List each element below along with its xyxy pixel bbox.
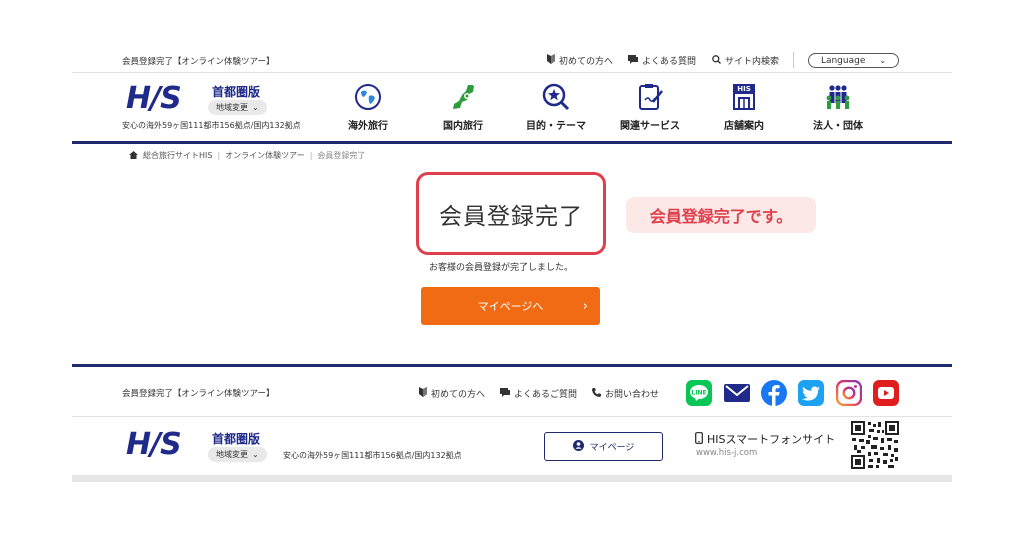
chevron-down-icon: ⌄	[879, 56, 887, 65]
page-title: 会員登録完了【オンライン体験ツアー】	[122, 57, 275, 67]
link-beginners[interactable]: 初めての方へ	[547, 54, 613, 67]
completion-title-box: 会員登録完了	[416, 172, 606, 255]
footer-tagline: 安心の海外59ヶ国111都市156拠点/国内132拠点	[283, 451, 462, 460]
footer-area-change-button[interactable]: 地域変更 ⌄	[208, 447, 267, 462]
his-store-icon: HIS	[733, 84, 755, 110]
breadcrumb-link-home[interactable]: 総合旅行サイトHIS	[143, 150, 212, 161]
search-icon	[712, 54, 721, 67]
clipboard-pen-icon	[639, 84, 663, 110]
nav-item-domestic[interactable]: 国内旅行	[423, 82, 503, 132]
beginner-mark-icon	[419, 387, 427, 400]
beginner-mark-icon	[547, 54, 555, 67]
area-change-button[interactable]: 地域変更 ⌄	[208, 100, 267, 115]
chat-icon	[628, 54, 638, 67]
twitter-icon[interactable]	[798, 380, 824, 406]
chevron-down-icon: ⌄	[252, 103, 259, 112]
footer-mypage-button[interactable]: マイページ	[544, 432, 663, 461]
mail-icon[interactable]	[724, 380, 750, 406]
nav-item-corporate[interactable]: 法人・団体	[798, 82, 878, 132]
chevron-down-icon: ⌄	[252, 450, 259, 459]
line-icon[interactable]: LINE	[686, 380, 712, 406]
completion-callout: 会員登録完了です。	[626, 197, 816, 233]
footer-link-faq[interactable]: よくあるご質問	[500, 387, 577, 400]
chevron-right-icon: ›	[582, 298, 588, 314]
facebook-icon[interactable]	[761, 380, 787, 406]
mypage-button[interactable]: マイページへ ›	[421, 287, 600, 325]
footer-his-logo[interactable]: H/S	[126, 430, 182, 460]
star-search-icon	[542, 83, 570, 111]
completion-message: お客様の会員登録が完了しました。	[429, 263, 574, 273]
smartphone-icon	[695, 431, 703, 447]
link-site-search[interactable]: サイト内検索	[712, 54, 779, 67]
svg-text:HIS: HIS	[737, 85, 751, 93]
instagram-icon[interactable]	[836, 380, 862, 406]
divider	[72, 364, 952, 367]
footer-page-title: 会員登録完了【オンライン体験ツアー】	[122, 389, 275, 399]
his-logo[interactable]: H/S	[126, 84, 182, 114]
footer-area-name: 首都圏版	[212, 432, 261, 446]
completion-title: 会員登録完了	[439, 203, 583, 230]
nav-item-overseas[interactable]: 海外旅行	[328, 82, 408, 132]
user-icon	[572, 439, 584, 454]
footer-link-beginners[interactable]: 初めての方へ	[419, 387, 485, 400]
group-people-icon	[826, 85, 850, 109]
phone-icon	[592, 387, 601, 400]
language-select[interactable]: Language ⌄	[808, 53, 899, 68]
japan-map-icon	[453, 85, 474, 109]
breadcrumb-current: 会員登録完了	[317, 151, 366, 160]
divider	[72, 416, 952, 417]
svg-text:LINE: LINE	[691, 390, 706, 397]
tagline: 安心の海外59ヶ国111都市156拠点/国内132拠点	[122, 121, 301, 130]
footer-bottom-bar	[72, 475, 952, 482]
smartphone-site-link[interactable]: HISスマートフォンサイト	[695, 431, 835, 447]
divider	[72, 72, 952, 73]
nav-item-services[interactable]: 関連サービス	[610, 82, 690, 132]
smartphone-site-url: www.his-j.com	[696, 448, 758, 458]
divider	[72, 141, 952, 144]
youtube-icon[interactable]	[873, 380, 899, 406]
breadcrumb: 総合旅行サイトHIS | オンライン体験ツアー | 会員登録完了	[129, 150, 365, 161]
nav-item-theme[interactable]: 目的・テーマ	[516, 82, 596, 132]
footer-link-contact[interactable]: お問い合わせ	[592, 387, 659, 400]
link-faq[interactable]: よくある質問	[628, 54, 696, 67]
nav-item-stores[interactable]: HIS 店舗案内	[704, 82, 784, 132]
chat-icon	[500, 387, 510, 400]
qr-code-icon	[851, 421, 899, 469]
breadcrumb-separator: |	[217, 151, 221, 160]
divider	[793, 52, 794, 68]
breadcrumb-separator: |	[309, 151, 313, 160]
home-icon	[129, 150, 138, 161]
area-name: 首都圏版	[212, 85, 261, 99]
globe-icon	[355, 84, 381, 110]
breadcrumb-link-online-tour[interactable]: オンライン体験ツアー	[225, 150, 305, 161]
